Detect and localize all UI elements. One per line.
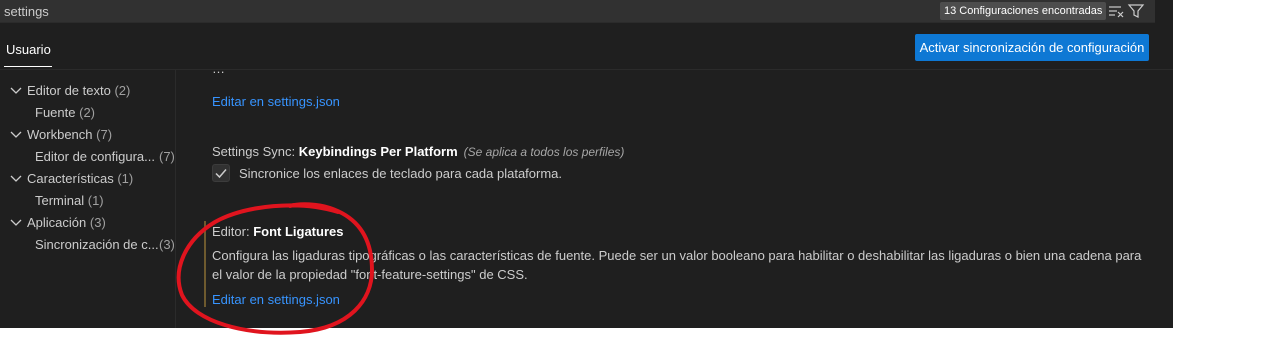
toc-label: Terminal [35, 193, 85, 208]
checkmark-icon [215, 169, 227, 179]
toc-count: (7) [159, 149, 175, 164]
toc-count: (3) [159, 237, 175, 252]
keybindings-per-platform-checkbox[interactable] [212, 164, 230, 182]
setting-category: Editor: [212, 224, 254, 239]
toc-count: (1) [117, 171, 134, 186]
background-area [1173, 0, 1273, 328]
filter-icon[interactable] [1127, 3, 1145, 19]
toc-count: (7) [96, 127, 113, 142]
search-bar: 13 Configuraciones encontradas [0, 0, 1155, 23]
checkbox-label: Sincronice los enlaces de teclado para c… [239, 166, 563, 181]
edit-in-settings-json-link[interactable]: Editar en settings.json [212, 94, 340, 109]
chevron-down-icon [10, 131, 22, 138]
settings-editor: 13 Configuraciones encontradas Usuario A… [0, 0, 1173, 328]
toc-label: Aplicación [27, 215, 87, 230]
search-input[interactable] [4, 2, 904, 20]
setting-category: Settings Sync: [212, 144, 299, 159]
toc-count: (2) [79, 105, 95, 120]
toc-count: (3) [89, 215, 106, 230]
partial-title-text: … [212, 70, 226, 76]
active-tab-indicator [4, 66, 52, 67]
setting-name: Font Ligatures [253, 224, 344, 239]
turn-on-settings-sync-button[interactable]: Activar sincronización de configuración [915, 34, 1149, 61]
clear-filter-icon[interactable] [1107, 3, 1125, 19]
edit-in-settings-json-link[interactable]: Editar en settings.json [212, 292, 340, 307]
chevron-down-icon [10, 219, 22, 226]
toc-label: Editor de configura... [35, 149, 155, 164]
toc-count: (2) [114, 83, 131, 98]
toc-label: Editor de texto [27, 83, 111, 98]
chevron-down-icon [10, 175, 22, 182]
results-count-badge: 13 Configuraciones encontradas [940, 2, 1107, 20]
tab-usuario[interactable]: Usuario [0, 30, 58, 68]
toc-label: Sincronización de c... [35, 237, 159, 252]
setting-name: Keybindings Per Platform [298, 144, 458, 159]
setting-title-partial: … [212, 70, 412, 76]
setting-title-keybindings-per-platform: Settings Sync: Keybindings Per Platform (… [212, 144, 624, 159]
tab-usuario-label: Usuario [6, 42, 51, 57]
setting-title-font-ligatures: Editor: Font Ligatures [212, 224, 343, 239]
setting-description: Configura las ligaduras tipográficas o l… [212, 248, 1142, 282]
toc-label: Workbench [27, 127, 93, 142]
toc-label: Características [27, 171, 114, 186]
toc-divider [175, 70, 176, 328]
modified-indicator [204, 221, 206, 307]
chevron-down-icon [10, 87, 22, 94]
toc-label: Fuente [35, 105, 76, 120]
toc-count: (1) [87, 193, 104, 208]
scope-note: (Se aplica a todos los perfiles) [463, 145, 625, 159]
